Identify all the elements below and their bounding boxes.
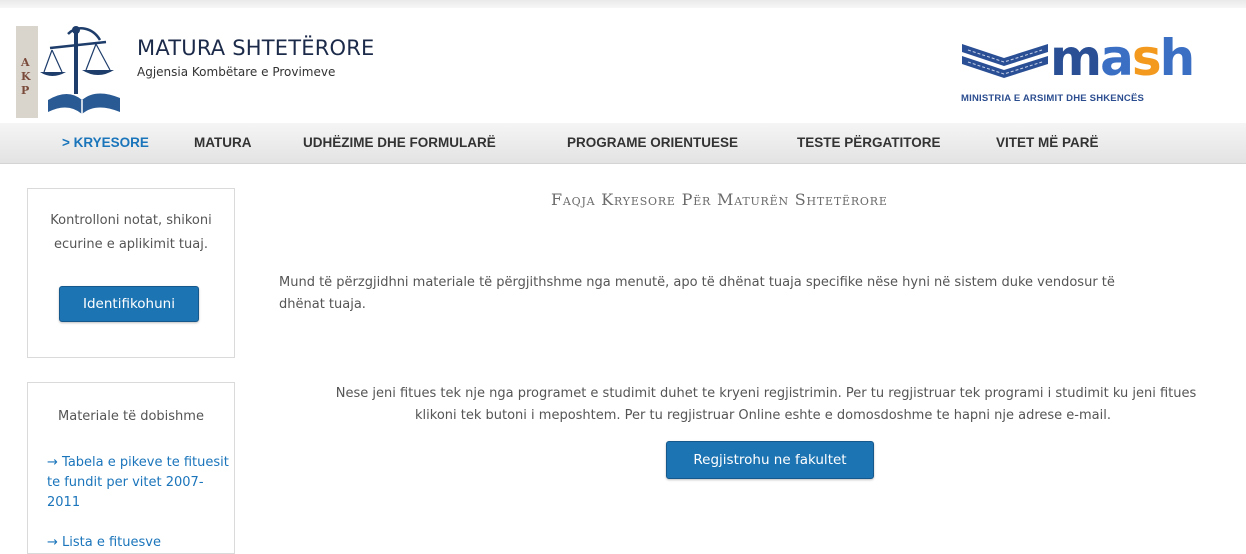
nav-item-kryesore[interactable]: > KRYESORE	[62, 135, 149, 150]
nav-item-vitet[interactable]: VITET MË PARË	[996, 135, 1099, 150]
register-line-1: Nese jeni fitues tek nje nga programet e…	[335, 386, 1197, 401]
materials-link-scores[interactable]: → Tabela e pikeve te fituesit te fundit …	[47, 453, 229, 513]
ministry-caption: MINISTRIA E ARSIMIT DHE SHKENCËS	[961, 93, 1145, 104]
akp-logo-strip: A K P	[16, 26, 38, 118]
nav-item-programe[interactable]: PROGRAME ORIENTUESE	[567, 135, 738, 150]
main-nav: > KRYESORE MATURA UDHËZIME DHE FORMULARË…	[0, 123, 1246, 164]
book-stack-icon	[962, 44, 1048, 78]
akp-letter-a: A	[21, 56, 30, 69]
materials-title: Materiale të dobishme	[58, 409, 204, 424]
site-subtitle: Agjensia Kombëtare e Provimeve	[137, 65, 336, 79]
top-strip	[0, 0, 1246, 8]
ministry-wordmark: mash	[1050, 29, 1195, 87]
akp-letter-p: P	[21, 84, 30, 97]
akp-logo[interactable]: A K P	[16, 20, 128, 118]
site-header: A K P MATURA SHTETËRORE Agjensia Kombëta…	[0, 8, 1246, 123]
intro-line-2: dhënat tuaja.	[279, 297, 366, 312]
login-box: Kontrolloni notat, shikoni ecurine e apl…	[27, 188, 235, 358]
intro-line-1: Mund të përzgjidhni materiale të përgjit…	[279, 275, 1115, 290]
site-title[interactable]: MATURA SHTETËRORE	[137, 36, 375, 60]
nav-item-teste[interactable]: TESTE PËRGATITORE	[797, 135, 941, 150]
register-text: Nese jeni fitues tek nje nga programet e…	[280, 383, 1246, 427]
register-line-2: klikoni tek butoni i meposhtem. Per tu r…	[415, 408, 1111, 423]
page-title: Faqja Kryesore Për Maturën Shtetërore	[551, 190, 888, 209]
nav-item-matura[interactable]: MATURA	[194, 135, 252, 150]
ministry-logo[interactable]: mash	[958, 30, 1213, 118]
intro-text: Mund të përzgjidhni materiale të përgjit…	[279, 272, 1239, 316]
login-prompt: Kontrolloni notat, shikoni ecurine e apl…	[50, 213, 212, 252]
page-title-text: Faqja Kryesore Për Maturën Shtetërore	[551, 190, 888, 209]
nav-item-udhezime[interactable]: UDHËZIME DHE FORMULARË	[303, 135, 496, 150]
scales-book-icon	[40, 26, 120, 114]
materials-box: Materiale të dobishme → Tabela e pikeve …	[27, 382, 235, 554]
register-faculty-button[interactable]: Regjistrohu ne fakultet	[666, 441, 874, 479]
login-button[interactable]: Identifikohuni	[59, 286, 199, 322]
materials-link-next[interactable]: → Lista e fituesve	[47, 533, 229, 553]
akp-letter-k: K	[21, 70, 31, 83]
